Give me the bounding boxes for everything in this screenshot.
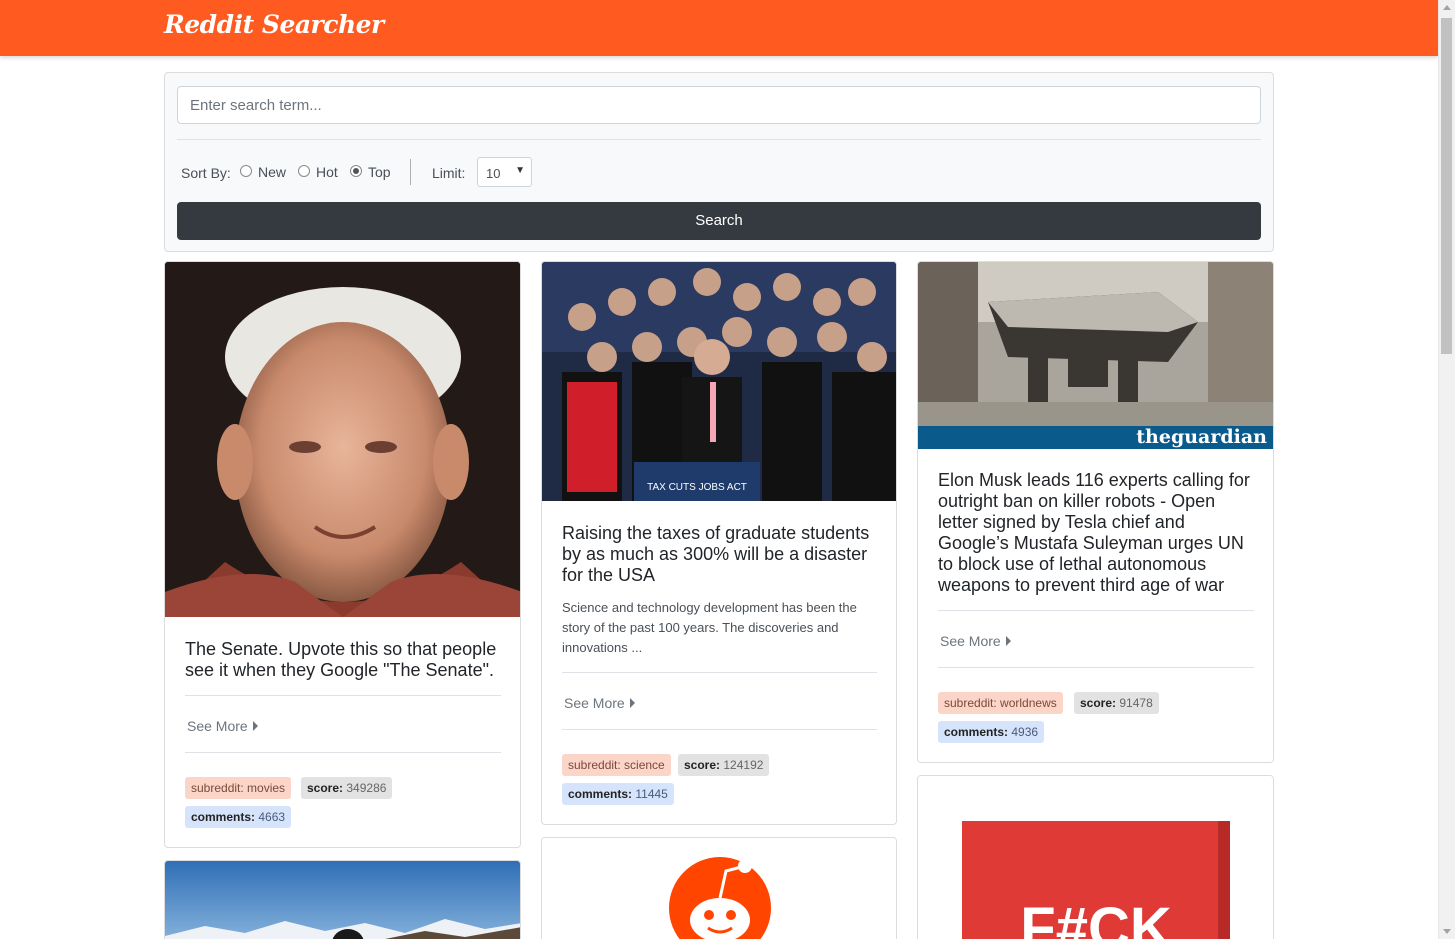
sort-radio-new[interactable] — [240, 165, 252, 177]
post-card: TAX CUTS JOBS ACT Raising the taxes of g… — [541, 261, 897, 825]
sort-option-new[interactable]: New — [258, 164, 286, 180]
card-divider — [562, 672, 877, 673]
sign-text: F#CK — [1020, 896, 1172, 939]
see-more-label: See More — [187, 718, 248, 734]
subreddit-badge: subreddit: science — [562, 754, 671, 776]
card-divider — [185, 695, 501, 696]
see-more-link[interactable]: See More — [564, 695, 635, 711]
score-badge: score: 124192 — [678, 754, 770, 776]
post-image[interactable] — [165, 861, 520, 939]
see-more-label: See More — [940, 633, 1001, 649]
post-title[interactable]: The Senate. Upvote this so that people s… — [185, 639, 505, 681]
comments-badge: comments: 4936 — [938, 721, 1045, 743]
search-input[interactable] — [177, 86, 1261, 124]
card-divider — [185, 752, 501, 753]
score-badge: score: 91478 — [1074, 692, 1159, 714]
search-button[interactable]: Search — [177, 202, 1261, 240]
panel-divider — [177, 139, 1261, 140]
post-card: F#CK — [917, 775, 1274, 939]
scroll-up-icon[interactable] — [1443, 5, 1451, 10]
post-card: The Senate. Upvote this so that people s… — [164, 261, 521, 848]
post-card — [541, 837, 897, 939]
post-card — [164, 860, 521, 939]
podium-caption: TAX CUTS JOBS ACT — [647, 482, 747, 493]
subreddit-badge: subreddit: movies — [185, 777, 292, 799]
score-badge: score: 349286 — [301, 777, 393, 799]
subreddit-badge: subreddit: worldnews — [938, 692, 1063, 714]
sort-radio-hot[interactable] — [298, 165, 310, 177]
sort-option-hot[interactable]: Hot — [316, 164, 338, 180]
page-scrollbar[interactable] — [1438, 0, 1455, 939]
guardian-logo: theguardian — [1136, 426, 1267, 448]
post-card: theguardian Elon Musk leads 116 experts … — [917, 261, 1274, 763]
scroll-thumb[interactable] — [1441, 18, 1452, 354]
comments-badge: comments: 4663 — [185, 806, 292, 828]
sort-by-label: Sort By: — [181, 165, 231, 181]
caret-right-icon — [1005, 636, 1011, 646]
chevron-down-icon: ▼ — [515, 165, 525, 176]
limit-select[interactable]: 10 ▼ — [477, 157, 532, 187]
card-divider — [562, 729, 877, 730]
limit-label: Limit: — [432, 165, 466, 181]
post-title[interactable]: Elon Musk leads 116 experts calling for … — [938, 470, 1258, 596]
limit-value: 10 — [486, 166, 501, 181]
card-divider — [938, 610, 1254, 611]
card-divider — [938, 667, 1254, 668]
controls-separator — [410, 159, 411, 185]
comments-badge: comments: 11445 — [562, 783, 674, 805]
sort-radio-top[interactable] — [350, 165, 362, 177]
see-more-link[interactable]: See More — [187, 718, 258, 734]
search-controls: Sort By: New Hot Top Limit: 10 ▼ — [181, 157, 1261, 187]
see-more-link[interactable]: See More — [940, 633, 1011, 649]
post-image[interactable]: F#CK — [918, 776, 1273, 939]
post-image[interactable] — [542, 838, 896, 939]
caret-right-icon — [629, 698, 635, 708]
scroll-down-icon[interactable] — [1443, 929, 1451, 934]
see-more-label: See More — [564, 695, 625, 711]
top-navbar: Reddit Searcher — [0, 0, 1438, 56]
post-image[interactable] — [165, 262, 520, 617]
post-image[interactable]: TAX CUTS JOBS ACT — [542, 262, 896, 501]
post-title[interactable]: Raising the taxes of graduate students b… — [562, 523, 880, 586]
post-image[interactable]: theguardian — [918, 262, 1273, 449]
post-excerpt: Science and technology development has b… — [562, 600, 857, 655]
brand-logo[interactable]: Reddit Searcher — [164, 10, 384, 39]
search-panel: Sort By: New Hot Top Limit: 10 ▼ Search — [164, 72, 1274, 252]
caret-right-icon — [252, 721, 258, 731]
sort-option-top[interactable]: Top — [368, 164, 391, 180]
